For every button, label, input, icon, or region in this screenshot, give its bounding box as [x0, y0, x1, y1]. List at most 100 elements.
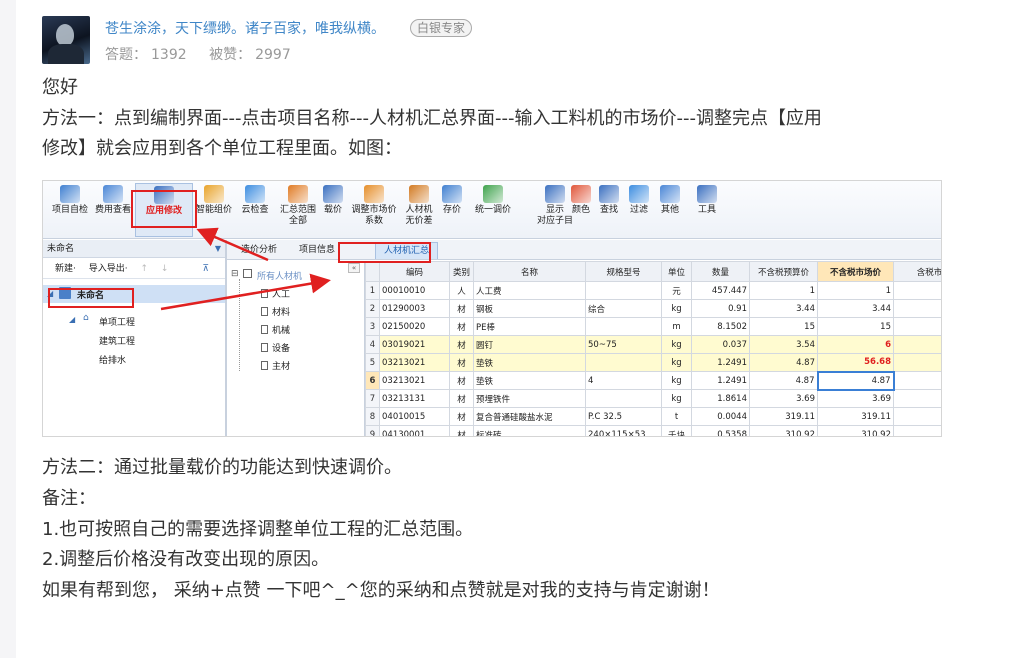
cell-spec — [585, 389, 662, 408]
cell-market[interactable]: 56.68 — [817, 353, 894, 372]
cell-tax-market — [893, 335, 941, 354]
ribbon-sublabel: 无价差 — [405, 216, 433, 226]
import-export-button[interactable]: 导入导出· — [89, 264, 128, 274]
column-header-quantity[interactable]: 数量 — [691, 261, 750, 282]
ribbon-button-10[interactable]: 存价 — [439, 183, 465, 237]
column-header-name[interactable]: 名称 — [473, 261, 586, 282]
ribbon-button-14[interactable]: 查找 — [597, 183, 621, 237]
cell-name: 垫铁 — [473, 353, 586, 372]
cell-market[interactable]: 3.44 — [817, 299, 894, 318]
pin-icon[interactable]: ⊼ — [202, 259, 209, 279]
cell-qty: 1.8614 — [691, 389, 750, 408]
ribbon-button-17[interactable]: 工具 — [691, 183, 723, 237]
tree-item-plumbing[interactable]: 给排水 — [99, 353, 126, 366]
ribbon-button-13[interactable]: 颜色 — [569, 183, 593, 237]
likes-count: 2997 — [255, 47, 291, 63]
table-row[interactable]: 5 03213021 材垫铁 kg 1.2491 4.87 56.68 — [365, 353, 941, 372]
cell-budget: 4.87 — [749, 353, 818, 372]
tab-project-info[interactable]: 项目信息 — [291, 242, 343, 259]
category-tree: « ⊟ 所有人材机 人工 材料 机械 设备 主材 — [227, 261, 365, 436]
new-button[interactable]: 新建· — [55, 264, 76, 274]
ribbon-icon — [103, 185, 123, 203]
category-equipment[interactable]: 设备 — [261, 341, 290, 354]
material-grid: 编码 类别 名称 规格型号 单位 数量 不含税预算价 不含税市场价 含税市 10… — [365, 261, 941, 436]
column-header-budget-price[interactable]: 不含税预算价 — [749, 261, 818, 282]
cell-code: 00010010 — [379, 281, 450, 300]
cell-tax-market — [893, 299, 941, 318]
row-number: 9 — [365, 425, 380, 436]
software-screenshot: 项目自检 费用查看 应用修改 智能组价 云检查 汇总范围 全部 载价 调整市场价 系数 人材机 无价差… — [42, 180, 942, 437]
ribbon-button-1[interactable]: 项目自检 — [49, 183, 91, 237]
cell-code: 03019021 — [379, 335, 450, 354]
cell-tax-market — [893, 389, 941, 408]
category-material[interactable]: 材料 — [261, 305, 290, 318]
ribbon-label: 颜色 — [571, 205, 590, 215]
cell-market[interactable]: 310.92 — [817, 425, 894, 436]
cell-unit: 千块 — [661, 425, 692, 436]
expand-icon[interactable]: ◢ — [69, 315, 75, 324]
minus-icon[interactable]: ⊟ — [231, 269, 239, 279]
dropdown-caret-icon[interactable]: ▼ — [215, 240, 221, 258]
column-header-spec[interactable]: 规格型号 — [585, 261, 662, 282]
column-header-code[interactable]: 编码 — [379, 261, 450, 282]
ribbon-button-15[interactable]: 过滤 — [627, 183, 651, 237]
category-labor[interactable]: 人工 — [261, 287, 290, 300]
row-number: 1 — [365, 281, 380, 300]
table-row[interactable]: 2 01290003 材钢板 综合 kg 0.91 3.44 3.44 — [365, 299, 941, 318]
ribbon-button-9[interactable]: 人材机 无价差 — [403, 183, 435, 237]
closing: 如果有帮到您， 采纳+点赞 一下吧^_^您的采纳和点赞就是对我的支持与肯定谢谢！ — [42, 580, 720, 601]
column-header-unit[interactable]: 单位 — [661, 261, 692, 282]
ribbon-button-8[interactable]: 调整市场价 系数 — [349, 183, 399, 237]
cell-market[interactable]: 3.69 — [817, 389, 894, 408]
ribbon-button-6[interactable]: 汇总范围 全部 — [279, 183, 317, 237]
collapse-icon[interactable]: « — [348, 263, 360, 273]
cell-code: 02150020 — [379, 317, 450, 336]
cell-code: 03213021 — [379, 371, 450, 390]
cell-market[interactable]: 1 — [817, 281, 894, 300]
table-row[interactable]: 6 03213021 材垫铁 4 kg 1.2491 4.87 4.87 — [365, 370, 941, 391]
cell-type: 材 — [449, 335, 474, 354]
username-link[interactable]: 苍生涂涂，天下缥缈。诸子百家，唯我纵横。 — [105, 18, 385, 38]
tree-item-building[interactable]: 建筑工程 — [99, 334, 135, 347]
cell-spec: 240×115×53 — [585, 425, 662, 436]
table-row[interactable]: 7 03213131 材预埋铁件 kg 1.8614 3.69 3.69 — [365, 389, 941, 408]
cell-type: 材 — [449, 317, 474, 336]
cell-qty: 1.2491 — [691, 353, 750, 372]
ribbon-button-11[interactable]: 统一调价 — [469, 183, 517, 237]
tab-cost-analysis[interactable]: 造价分析 — [233, 242, 285, 259]
cell-market[interactable]: 6 — [817, 335, 894, 354]
cell-market[interactable]: 319.11 — [817, 407, 894, 426]
category-machinery[interactable]: 机械 — [261, 323, 290, 336]
ribbon-icon — [288, 185, 308, 203]
ribbon-button-7[interactable]: 载价 — [321, 183, 345, 237]
cell-market[interactable]: 15 — [817, 317, 894, 336]
move-down-icon[interactable]: ↓ — [161, 264, 169, 274]
table-row[interactable]: 4 03019021 材圆钉 50~75 kg 0.037 3.54 6 — [365, 335, 941, 354]
ribbon-button-16[interactable]: 其他 — [657, 183, 683, 237]
cell-market[interactable]: 4.87 — [816, 370, 895, 391]
method1-line1: 方法一：点到编制界面---点击项目名称---人材机汇总界面---输入工料机的市场… — [42, 108, 822, 129]
column-header-market-price[interactable]: 不含税市场价 — [817, 261, 894, 282]
ribbon-button-4[interactable]: 智能组价 — [195, 183, 233, 237]
category-main-material[interactable]: 主材 — [261, 359, 290, 372]
ribbon-button-5[interactable]: 云检查 — [235, 183, 275, 237]
ribbon-label: 统一调价 — [474, 205, 511, 215]
ribbon-button-2[interactable]: 费用查看 — [93, 183, 133, 237]
cell-type: 材 — [449, 353, 474, 372]
ribbon-label: 存价 — [442, 205, 461, 215]
cell-qty: 0.5358 — [691, 425, 750, 436]
column-header-tax-market-price[interactable]: 含税市 — [893, 261, 941, 282]
cell-name: 垫铁 — [473, 371, 586, 390]
table-row[interactable]: 3 02150020 材 PE棒 m 8.1502 15 15 — [365, 317, 941, 336]
document-icon — [261, 325, 268, 334]
table-row[interactable]: 9 04130001 材标准砖 240×115×53 千块 0.5358 310.92 310… — [365, 425, 941, 436]
column-header-type[interactable]: 类别 — [449, 261, 474, 282]
category-root[interactable]: 所有人材机 — [257, 269, 302, 282]
tree-item-single-project[interactable]: 单项工程 — [99, 315, 135, 328]
table-row[interactable]: 1 00010010 人人工费元 457.447 1 1 — [365, 281, 941, 300]
cell-unit: kg — [661, 371, 692, 390]
move-up-icon[interactable]: ↑ — [141, 264, 149, 274]
table-row[interactable]: 8 04010015 材复合普通硅酸盐水泥 P.C 32.5 t 0.0044 319.11… — [365, 407, 941, 426]
ribbon-icon — [629, 185, 649, 203]
avatar[interactable] — [42, 16, 90, 64]
